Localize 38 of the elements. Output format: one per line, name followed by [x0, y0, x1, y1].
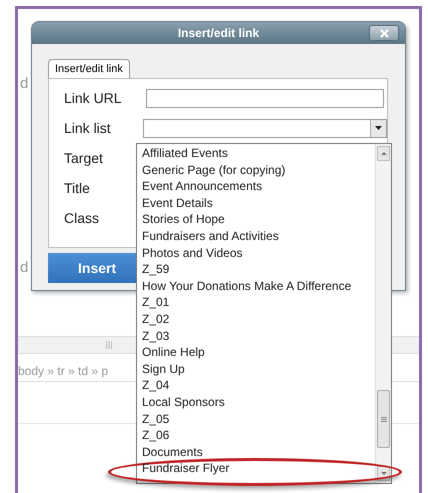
dropdown-option[interactable]: How Your Donations Make A Difference	[142, 278, 352, 294]
dropdown-option[interactable]: Local Sponsors	[142, 394, 225, 410]
dropdown-option[interactable]: Z_04	[142, 377, 170, 394]
dropdown-option[interactable]: Z_03	[142, 328, 170, 344]
window-title: Insert/edit link	[178, 25, 260, 42]
close-button[interactable]	[369, 25, 399, 41]
dropdown-option[interactable]: Event Details	[142, 194, 213, 212]
dropdown-option[interactable]: Stories of Hope	[142, 211, 225, 228]
field-label: Link list	[64, 118, 112, 138]
dropdown-option[interactable]: Event Announcements	[142, 178, 262, 195]
dropdown-option[interactable]: Fundraiser Flyer	[142, 460, 230, 477]
dropdown-option[interactable]: Photos and Videos	[142, 244, 243, 262]
page-letter: d	[20, 258, 28, 278]
page-letter: d	[20, 74, 28, 94]
dropdown-option[interactable]: Documents	[142, 444, 203, 460]
caret-down-icon	[375, 126, 382, 130]
grip-lines-icon	[380, 416, 386, 422]
scroll-down-icon	[380, 472, 386, 475]
element-path: body » tr » td » p	[18, 363, 108, 380]
dropdown-option[interactable]: Affiliated Events	[142, 145, 228, 162]
scroll-up-icon	[380, 152, 386, 155]
dropdown-option[interactable]: Fundraisers and Activities	[142, 228, 279, 245]
scroll-thumb[interactable]	[377, 390, 390, 448]
link-url-input[interactable]	[146, 88, 384, 108]
dropdown-option[interactable]: Z_01	[142, 294, 170, 311]
dropdown-option[interactable]: Z_05	[142, 410, 170, 428]
dropdown-option[interactable]: Online Help	[142, 344, 205, 361]
field-label: Link URL	[64, 88, 123, 108]
dropdown-option[interactable]: Generic Page (for copying)	[142, 162, 286, 178]
dropdown-option[interactable]: Z_59	[142, 261, 170, 278]
dropdown-option[interactable]: Z_06	[142, 427, 170, 444]
close-icon	[380, 28, 388, 38]
insert-button[interactable]: Insert	[48, 253, 136, 283]
dialog-tab[interactable]: Insert/edit link	[48, 59, 130, 78]
grip-icon	[106, 341, 112, 349]
dropdown-option[interactable]: Sign Up	[142, 360, 185, 378]
dropdown-option[interactable]: Z_02	[142, 310, 170, 328]
link-list-select[interactable]	[142, 118, 387, 138]
